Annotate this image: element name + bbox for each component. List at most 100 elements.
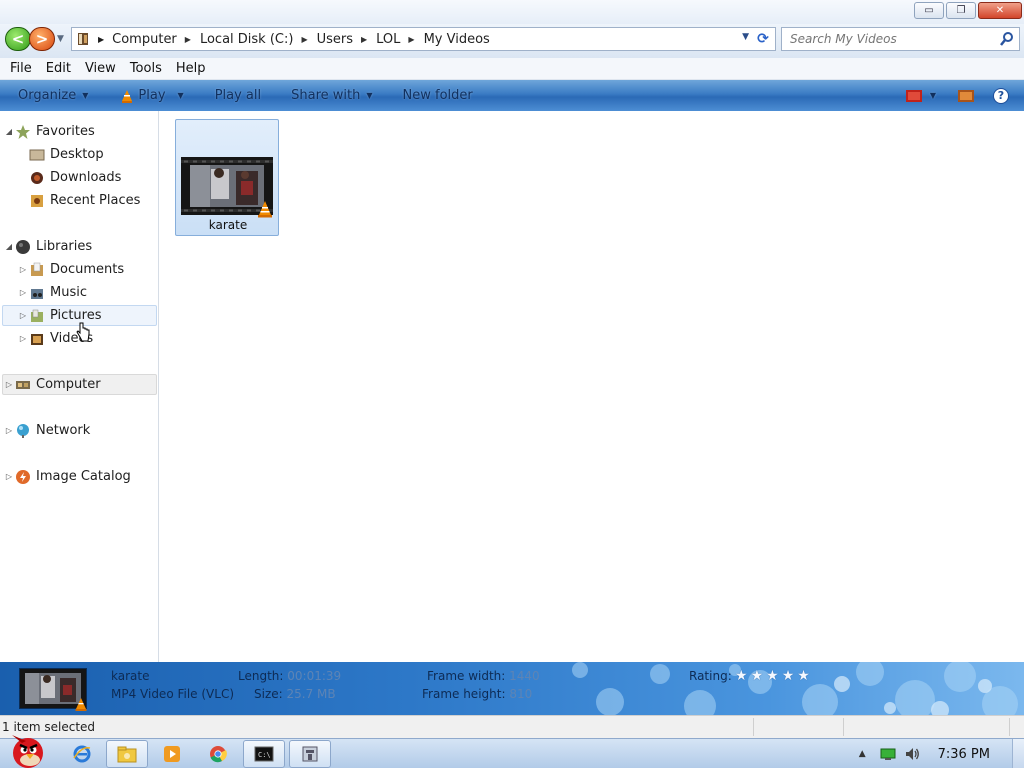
star-icon[interactable]: ★ bbox=[735, 668, 748, 684]
documents-library-icon bbox=[29, 262, 45, 278]
address-history-dropdown-icon[interactable]: ▼ bbox=[742, 32, 749, 42]
nav-recent-places[interactable]: Recent Places bbox=[2, 190, 157, 211]
maximize-button[interactable]: ❐ bbox=[946, 2, 976, 19]
help-button[interactable]: ? bbox=[993, 80, 1009, 111]
breadcrumb-my-videos[interactable]: My Videos bbox=[424, 32, 490, 47]
frame-width-field[interactable]: Frame width: 1440 bbox=[427, 669, 540, 683]
taskbar-media-player[interactable] bbox=[151, 740, 193, 768]
expand-arrow-icon[interactable]: ▷ bbox=[17, 311, 29, 320]
chevron-down-icon: ▼ bbox=[82, 91, 89, 100]
star-icon[interactable]: ★ bbox=[766, 668, 779, 684]
size-field[interactable]: Size: 25.7 MB bbox=[254, 687, 336, 701]
frame-height-value: 810 bbox=[509, 687, 533, 701]
status-divider bbox=[753, 718, 754, 736]
menu-help[interactable]: Help bbox=[169, 61, 213, 76]
nav-libraries[interactable]: ◢ Libraries bbox=[2, 236, 157, 257]
nav-music[interactable]: ▷ Music bbox=[2, 282, 157, 303]
close-button[interactable]: ✕ bbox=[978, 2, 1022, 19]
collapse-arrow-icon[interactable]: ◢ bbox=[3, 242, 15, 251]
play-button[interactable]: Play ▼ bbox=[120, 80, 184, 111]
star-icon[interactable]: ★ bbox=[751, 668, 764, 684]
star-icon[interactable]: ★ bbox=[782, 668, 795, 684]
change-view-button[interactable]: ▼ bbox=[905, 80, 936, 111]
expand-arrow-icon[interactable]: ▷ bbox=[3, 472, 15, 481]
nav-desktop[interactable]: Desktop bbox=[2, 144, 157, 165]
frame-height-field[interactable]: Frame height: 810 bbox=[422, 687, 532, 701]
expand-arrow-icon[interactable]: ▷ bbox=[3, 380, 15, 389]
recent-pages-dropdown[interactable]: ▼ bbox=[57, 34, 64, 44]
organize-button[interactable]: Organize ▼ bbox=[18, 80, 88, 111]
menu-view[interactable]: View bbox=[78, 61, 123, 76]
window-controls: ▭ ❐ ✕ bbox=[914, 2, 1022, 19]
expand-arrow-icon[interactable]: ▷ bbox=[17, 288, 29, 297]
nav-favorites[interactable]: ◢ Favorites bbox=[2, 121, 157, 142]
show-hidden-icons-arrow-icon[interactable]: ▲ bbox=[859, 749, 866, 759]
angry-birds-start-icon bbox=[12, 735, 43, 768]
menu-tools[interactable]: Tools bbox=[123, 61, 169, 76]
vlc-cone-icon bbox=[258, 201, 272, 218]
menu-file[interactable]: File bbox=[3, 61, 39, 76]
status-divider bbox=[843, 718, 844, 736]
share-with-button[interactable]: Share with ▼ bbox=[291, 80, 372, 111]
nav-network[interactable]: ▷ Network bbox=[2, 420, 157, 441]
taskbar-command-prompt[interactable]: C:\ bbox=[243, 740, 285, 768]
file-item[interactable]: karate bbox=[175, 119, 279, 236]
desktop-label: Desktop bbox=[50, 147, 104, 162]
svg-text:C:\: C:\ bbox=[258, 751, 271, 759]
minimize-icon: ▭ bbox=[924, 5, 934, 16]
vlc-cone-icon bbox=[75, 698, 87, 711]
rating-stars[interactable]: ★ ★ ★ ★ ★ bbox=[735, 668, 810, 684]
collapse-arrow-icon[interactable]: ◢ bbox=[3, 127, 15, 136]
expand-arrow-icon[interactable]: ▷ bbox=[17, 265, 29, 274]
star-icon[interactable]: ★ bbox=[797, 668, 810, 684]
back-button[interactable]: < bbox=[5, 27, 31, 51]
tool-icon bbox=[302, 746, 318, 762]
expand-arrow-icon[interactable]: ▷ bbox=[3, 426, 15, 435]
search-icon[interactable] bbox=[999, 31, 1015, 47]
hand-cursor-icon bbox=[76, 322, 90, 342]
address-bar[interactable]: ▶ Computer ▶ Local Disk (C:) ▶ Users ▶ LOL ▶… bbox=[71, 27, 776, 51]
breadcrumb-separator-icon[interactable]: ▶ bbox=[185, 35, 191, 44]
image-catalog-label: Image Catalog bbox=[36, 469, 131, 484]
star-icon bbox=[15, 124, 31, 140]
taskbar-tool[interactable] bbox=[289, 740, 331, 768]
show-desktop-button[interactable] bbox=[1012, 739, 1024, 768]
navigation-pane: ◢ Favorites Desktop Downloads Recent Pla… bbox=[0, 111, 159, 662]
minimize-button[interactable]: ▭ bbox=[914, 2, 944, 19]
chevron-down-icon: ▼ bbox=[366, 91, 373, 100]
start-button[interactable] bbox=[4, 729, 50, 768]
clock[interactable]: 7:36 PM bbox=[938, 747, 990, 762]
breadcrumb-separator-icon[interactable]: ▶ bbox=[408, 35, 414, 44]
preview-pane-icon bbox=[958, 89, 974, 102]
recent-places-label: Recent Places bbox=[50, 193, 141, 208]
breadcrumb-lol[interactable]: LOL bbox=[376, 32, 400, 47]
breadcrumb-separator-icon[interactable]: ▶ bbox=[361, 35, 367, 44]
videos-library-icon bbox=[29, 331, 45, 347]
nav-image-catalog[interactable]: ▷ Image Catalog bbox=[2, 466, 157, 487]
frame-height-label: Frame height: bbox=[422, 687, 506, 701]
length-field[interactable]: Length: 00:01:39 bbox=[238, 669, 341, 683]
taskbar-internet-explorer[interactable] bbox=[61, 740, 103, 768]
search-input[interactable] bbox=[782, 28, 992, 50]
menu-edit[interactable]: Edit bbox=[39, 61, 78, 76]
refresh-icon[interactable]: ⟳ bbox=[753, 29, 773, 49]
pictures-library-icon bbox=[29, 308, 45, 324]
play-all-button[interactable]: Play all bbox=[215, 80, 261, 111]
taskbar-windows-explorer[interactable] bbox=[106, 740, 148, 768]
breadcrumb-users[interactable]: Users bbox=[317, 32, 353, 47]
new-folder-button[interactable]: New folder bbox=[403, 80, 473, 111]
preview-pane-button[interactable] bbox=[958, 80, 974, 111]
nav-documents[interactable]: ▷ Documents bbox=[2, 259, 157, 280]
breadcrumb-computer[interactable]: Computer bbox=[112, 32, 177, 47]
taskbar-chrome[interactable] bbox=[197, 740, 239, 768]
breadcrumb-root-arrow-icon[interactable]: ▶ bbox=[98, 35, 104, 44]
forward-button[interactable]: > bbox=[29, 27, 55, 51]
nav-computer[interactable]: ▷ Computer bbox=[2, 374, 157, 395]
volume-icon[interactable] bbox=[904, 746, 920, 762]
close-icon: ✕ bbox=[995, 5, 1005, 16]
breadcrumb-local-disk[interactable]: Local Disk (C:) bbox=[200, 32, 293, 47]
breadcrumb-separator-icon[interactable]: ▶ bbox=[301, 35, 307, 44]
nav-downloads[interactable]: Downloads bbox=[2, 167, 157, 188]
network-status-icon[interactable] bbox=[880, 747, 896, 761]
expand-arrow-icon[interactable]: ▷ bbox=[17, 334, 29, 343]
